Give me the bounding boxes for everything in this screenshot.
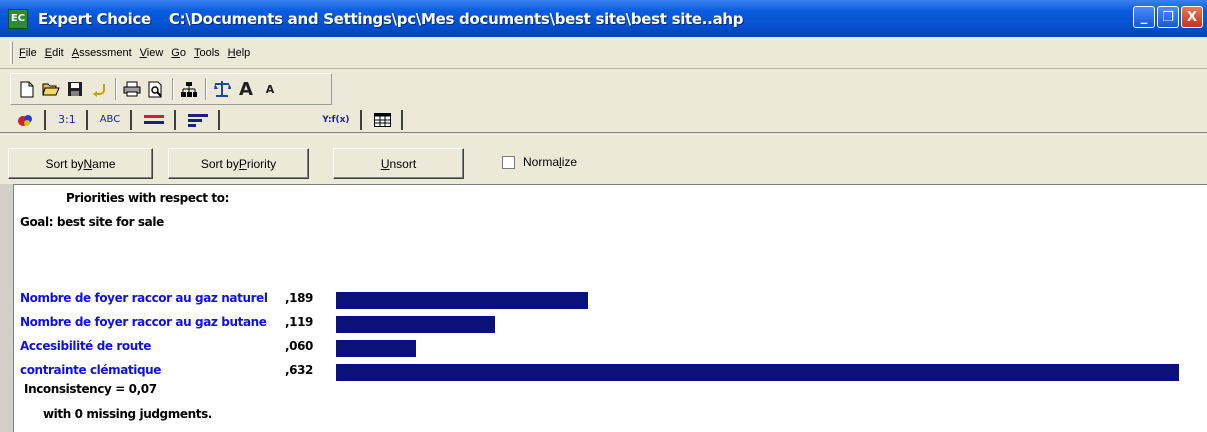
menu-view[interactable]: View	[140, 47, 164, 59]
priorities-heading: Priorities with respect to:	[66, 191, 230, 205]
toolbar-separator	[115, 78, 117, 100]
decrease-font-icon[interactable]: A	[260, 78, 280, 100]
print-preview-icon[interactable]	[146, 78, 166, 100]
button-text: Sort by	[200, 156, 239, 171]
menu-help[interactable]: Help	[228, 47, 251, 59]
button-text: ame	[92, 156, 116, 171]
menu-accel: A	[71, 46, 80, 59]
priority-bar	[336, 364, 1179, 381]
menu-text: elp	[235, 46, 251, 59]
menu-accel: V	[139, 46, 147, 59]
criterion-label[interactable]: Nombre de foyer raccor au gaz naturel	[20, 291, 268, 305]
print-icon[interactable]	[122, 78, 142, 100]
menu-tools[interactable]: Tools	[194, 47, 220, 59]
sort-button-row: Sort by Name Sort by Priority Unsort Nor…	[0, 133, 1207, 184]
button-text: riority	[246, 156, 277, 171]
menu-bar: File Edit Assessment View Go Tools Help	[0, 37, 1207, 69]
menu-edit[interactable]: Edit	[45, 47, 64, 59]
menu-text: dit	[52, 46, 64, 59]
grid-icon	[373, 112, 391, 127]
menu-grip	[10, 41, 13, 64]
menu-go[interactable]: Go	[171, 47, 186, 59]
tab-graphical[interactable]	[138, 109, 177, 130]
button-accel: U	[380, 156, 390, 171]
tab-grid[interactable]	[368, 109, 403, 130]
sorted-bars-icon	[188, 113, 209, 127]
button-accel: N	[83, 156, 93, 171]
menu-text: ssessment	[79, 46, 132, 59]
toolbar-separator	[172, 78, 174, 100]
priorities-panel: Priorities with respect to: Goal: best s…	[13, 184, 1207, 432]
priority-bar	[336, 316, 495, 333]
save-icon[interactable]	[65, 78, 85, 100]
close-button[interactable]: X	[1181, 6, 1203, 28]
criterion-label[interactable]: contrainte clématique	[20, 363, 161, 377]
toolbar: A A	[0, 69, 1207, 107]
goal-label: Goal: best site for sale	[20, 215, 164, 229]
priority-value: ,119	[285, 315, 314, 329]
undo-icon[interactable]	[89, 78, 109, 100]
inconsistency-label: Inconsistency = 0,07	[24, 382, 157, 396]
toolbar-separator	[205, 78, 207, 100]
menu-accel: E	[44, 46, 53, 59]
checkbox-box[interactable]	[502, 155, 515, 169]
priority-value: ,060	[285, 339, 314, 353]
unsort-button[interactable]: Unsort	[333, 148, 464, 179]
toolbar-band: A A	[10, 73, 332, 105]
menu-file[interactable]: File	[19, 47, 37, 59]
window-controls: _ ❐ X	[1133, 6, 1203, 28]
checkbox-label: ize	[561, 155, 578, 169]
minimize-button[interactable]: _	[1133, 6, 1155, 28]
paint-icon	[18, 114, 32, 126]
graphical-bars-icon	[144, 114, 165, 124]
button-text: nsort	[389, 156, 417, 171]
open-icon[interactable]	[41, 78, 61, 100]
priority-value: ,189	[285, 291, 314, 305]
title-bar: EC Expert Choice C:\Documents and Settin…	[0, 0, 1207, 37]
hierarchy-icon[interactable]	[179, 78, 199, 100]
checkbox-label: Norma	[523, 155, 560, 169]
menu-text: iew	[146, 46, 164, 59]
menu-accel: G	[171, 46, 180, 59]
tab-bars[interactable]	[182, 109, 221, 130]
priority-bar	[336, 340, 416, 357]
sort-by-name-button[interactable]: Sort by Name	[8, 148, 153, 179]
tab-numerical[interactable]: 3:1	[52, 109, 88, 130]
normalize-checkbox[interactable]: Norma l ize	[502, 155, 577, 169]
menu-assessment[interactable]: Assessment	[72, 47, 132, 59]
tab-verbal[interactable]: ABC	[94, 109, 133, 130]
criterion-label[interactable]: Nombre de foyer raccor au gaz butane	[20, 315, 267, 329]
new-icon[interactable]	[17, 78, 37, 100]
restore-button[interactable]: ❐	[1157, 6, 1179, 28]
button-accel: P	[238, 156, 247, 171]
menu-text: ile	[25, 46, 37, 59]
menu-text: o	[179, 46, 186, 59]
menu-accel: H	[227, 46, 236, 59]
button-text: Sort by	[45, 156, 84, 171]
tab-formula[interactable]: Y:f(x)	[316, 109, 362, 130]
missing-judgments-label: with 0 missing judgments.	[43, 407, 212, 421]
app-title: Expert Choice	[38, 9, 151, 28]
menu-text: ools	[199, 46, 220, 59]
balance-icon[interactable]	[212, 78, 232, 100]
expert-choice-app-icon[interactable]: EC	[8, 8, 28, 29]
priority-bar	[336, 292, 588, 309]
file-path: C:\Documents and Settings\pc\Mes documen…	[168, 9, 744, 28]
criterion-label[interactable]: Accesibilité de route	[20, 339, 151, 353]
tab-people[interactable]	[12, 109, 46, 130]
view-tab-strip: 3:1 ABC Y:f(x)	[0, 107, 1207, 133]
increase-font-icon[interactable]: A	[236, 78, 256, 100]
sort-by-priority-button[interactable]: Sort by Priority	[168, 148, 309, 179]
priority-value: ,632	[285, 363, 314, 377]
menu-accel: F	[19, 46, 26, 59]
